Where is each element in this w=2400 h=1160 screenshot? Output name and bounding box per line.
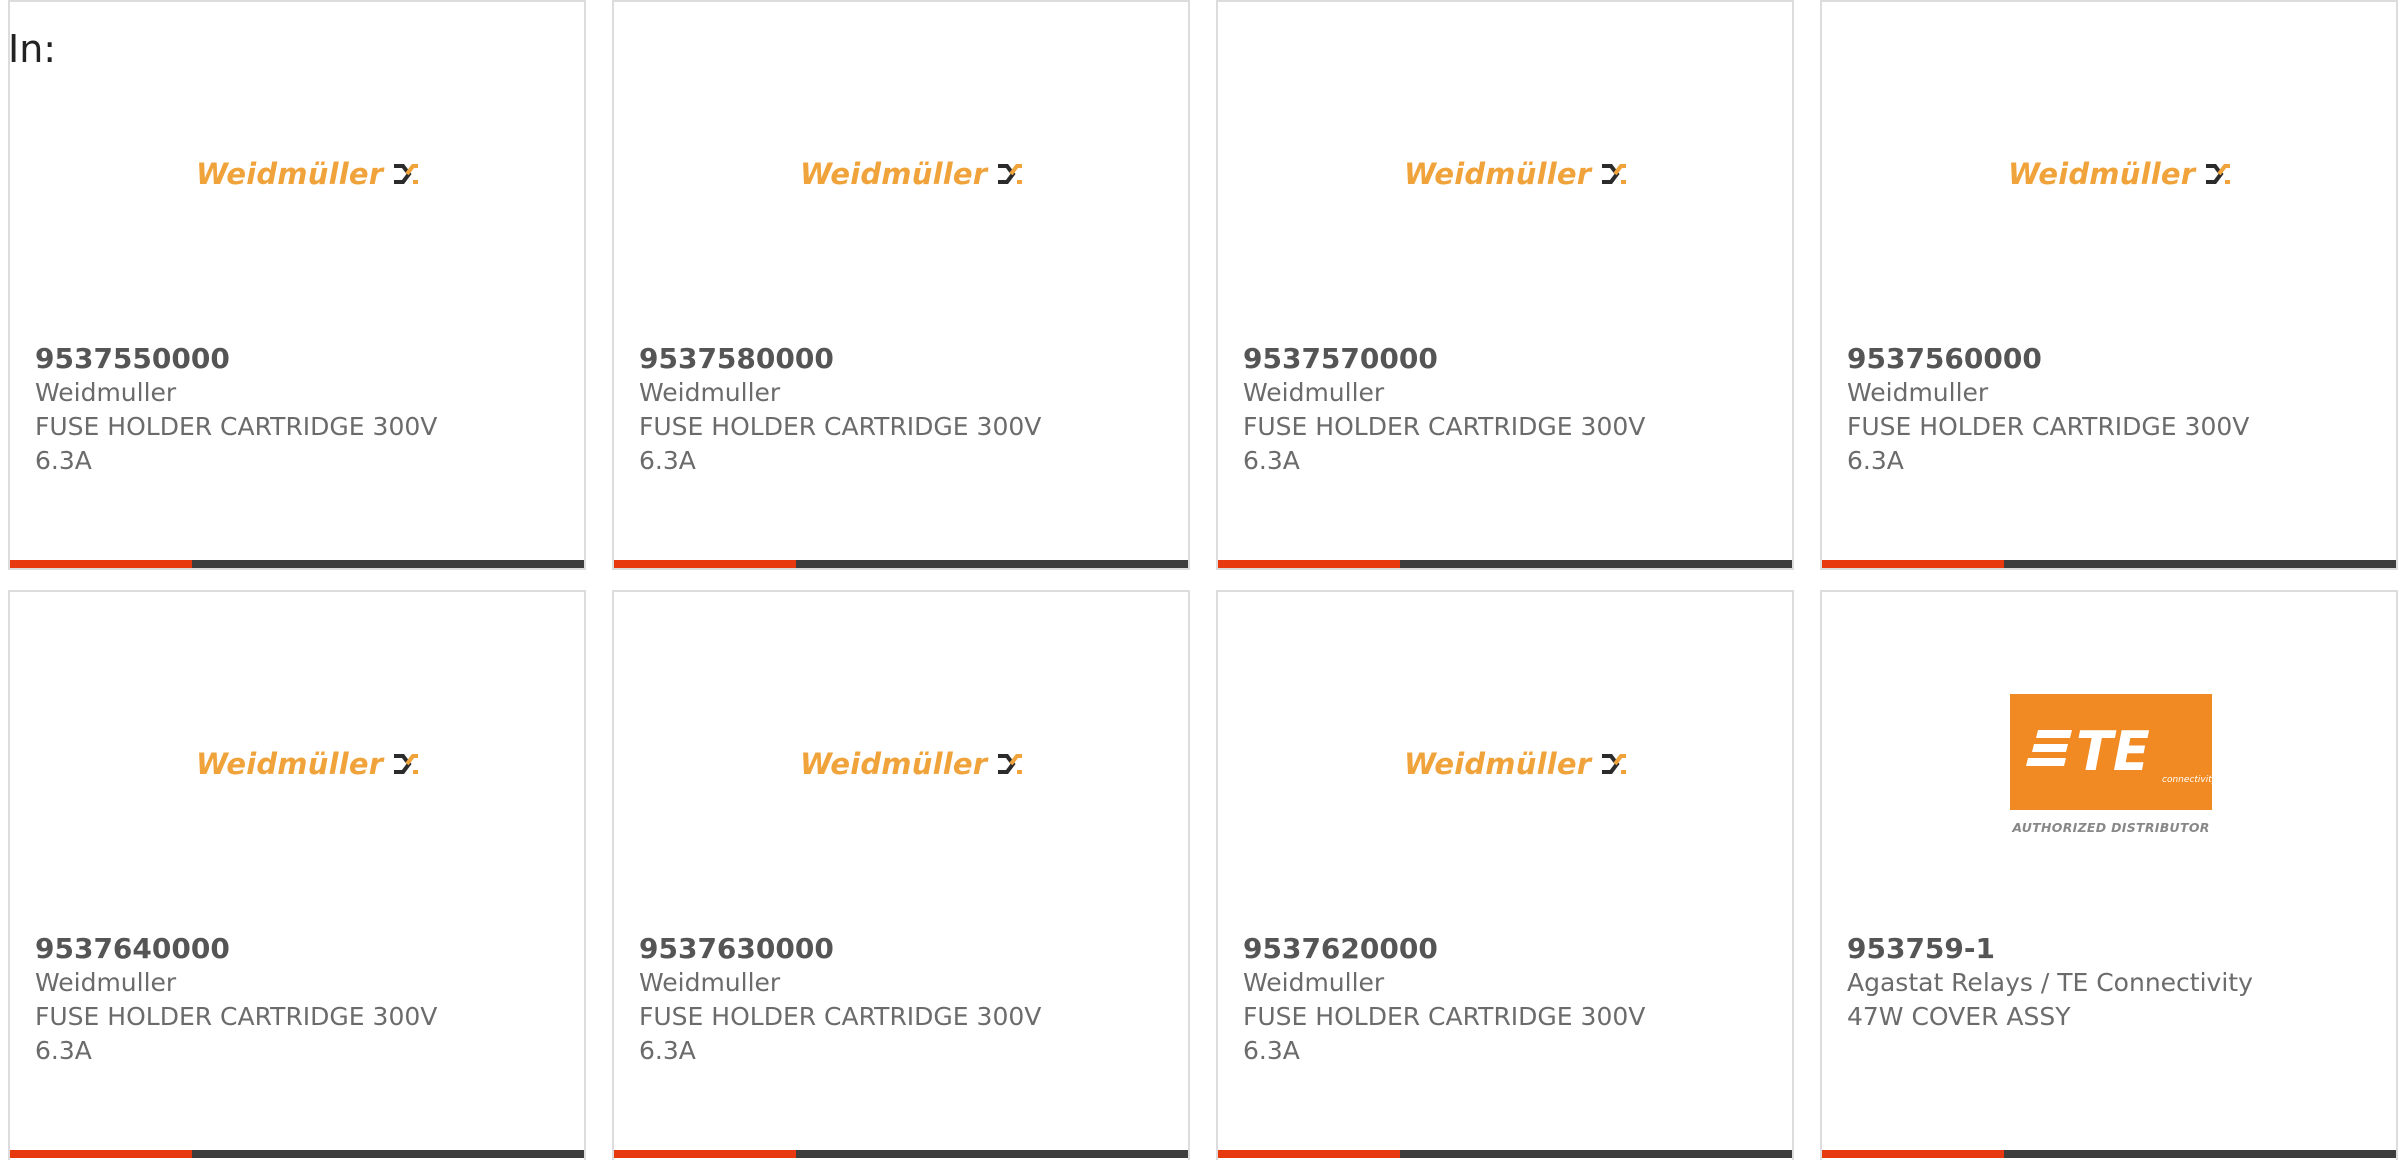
- part-number[interactable]: 9537550000: [35, 342, 564, 376]
- description-rating: 6.3A: [639, 1036, 696, 1065]
- description: FUSE HOLDER CARTRIDGE 300V: [639, 412, 1042, 441]
- te-logo-box: TE connectivity: [2010, 694, 2218, 810]
- card-accent-bar: [614, 560, 1188, 568]
- description-rating: 6.3A: [1243, 446, 1300, 475]
- weidmuller-symbol-icon: [1602, 754, 1627, 774]
- card-accent-bar: [10, 1150, 584, 1158]
- product-info: 9537570000 Weidmuller FUSE HOLDER CARTRI…: [1243, 342, 1772, 478]
- product-info: 9537620000 Weidmuller FUSE HOLDER CARTRI…: [1243, 932, 1772, 1068]
- part-number[interactable]: 9537630000: [639, 932, 1168, 966]
- weidmuller-logo: Weidmüller: [1404, 746, 1627, 782]
- product-image: Weidmüller: [614, 2, 1188, 342]
- weidmuller-symbol-icon: [998, 754, 1023, 774]
- description: FUSE HOLDER CARTRIDGE 300V: [1847, 412, 2250, 441]
- product-info: 9537560000 Weidmuller FUSE HOLDER CARTRI…: [1847, 342, 2376, 478]
- part-number[interactable]: 9537620000: [1243, 932, 1772, 966]
- product-card[interactable]: Weidmüller 9537580000 Weidmuller FUSE HO…: [612, 0, 1190, 570]
- card-accent-bar: [1822, 1150, 2396, 1158]
- card-accent-bar: [1822, 560, 2396, 568]
- weidmuller-logo: Weidmüller: [196, 156, 419, 192]
- product-info: 953759-1 Agastat Relays / TE Connectivit…: [1847, 932, 2376, 1034]
- weidmuller-logo-text: Weidmüller: [1404, 746, 1592, 781]
- card-accent-bar: [1218, 560, 1792, 568]
- product-image: TE connectivity AUTHORIZED DISTRIBUTOR: [1822, 592, 2396, 932]
- weidmuller-logo-text: Weidmüller: [800, 156, 988, 191]
- product-image: Weidmüller: [614, 592, 1188, 932]
- description-rating: 6.3A: [35, 446, 92, 475]
- description-rating: 6.3A: [639, 446, 696, 475]
- card-accent-bar: [1218, 1150, 1792, 1158]
- product-info: 9537640000 Weidmuller FUSE HOLDER CARTRI…: [35, 932, 564, 1068]
- part-number[interactable]: 9537640000: [35, 932, 564, 966]
- manufacturer: Weidmuller: [1847, 378, 1989, 407]
- product-image: Weidmüller: [1822, 2, 2396, 342]
- te-connectivity-logo: TE connectivity AUTHORIZED DISTRIBUTOR: [2010, 694, 2218, 835]
- manufacturer: Agastat Relays / TE Connectivity: [1847, 968, 2253, 997]
- description: 47W COVER ASSY: [1847, 1002, 2071, 1031]
- weidmuller-logo: Weidmüller: [2008, 156, 2231, 192]
- weidmuller-symbol-icon: [394, 164, 419, 184]
- manufacturer: Weidmuller: [639, 968, 781, 997]
- product-info: 9537580000 Weidmuller FUSE HOLDER CARTRI…: [639, 342, 1168, 478]
- product-card[interactable]: Weidmüller 9537560000 Weidmuller FUSE HO…: [1820, 0, 2398, 570]
- manufacturer: Weidmuller: [1243, 968, 1385, 997]
- part-number[interactable]: 9537580000: [639, 342, 1168, 376]
- product-card[interactable]: Weidmüller 9537550000 Weidmuller FUSE HO…: [8, 0, 586, 570]
- weidmuller-logo: Weidmüller: [1404, 156, 1627, 192]
- product-info: 9537630000 Weidmuller FUSE HOLDER CARTRI…: [639, 932, 1168, 1068]
- description: FUSE HOLDER CARTRIDGE 300V: [1243, 412, 1646, 441]
- part-number[interactable]: 9537560000: [1847, 342, 2376, 376]
- weidmuller-logo-text: Weidmüller: [196, 746, 384, 781]
- weidmuller-logo: Weidmüller: [196, 746, 419, 782]
- manufacturer: Weidmuller: [639, 378, 781, 407]
- weidmuller-symbol-icon: [394, 754, 419, 774]
- card-accent-bar: [10, 560, 584, 568]
- part-number[interactable]: 9537570000: [1243, 342, 1772, 376]
- product-grid-page: In: Weidmüller 9537550000 Weidmuller FUS…: [0, 0, 2400, 1160]
- weidmuller-logo-text: Weidmüller: [1404, 156, 1592, 191]
- description: FUSE HOLDER CARTRIDGE 300V: [639, 1002, 1042, 1031]
- product-image: Weidmüller: [10, 2, 584, 342]
- authorized-distributor-label: AUTHORIZED DISTRIBUTOR: [2012, 820, 2210, 835]
- manufacturer: Weidmuller: [35, 968, 177, 997]
- product-image: Weidmüller: [1218, 592, 1792, 932]
- product-card[interactable]: Weidmüller 9537630000 Weidmuller FUSE HO…: [612, 590, 1190, 1160]
- description: FUSE HOLDER CARTRIDGE 300V: [35, 1002, 438, 1031]
- weidmuller-logo: Weidmüller: [800, 746, 1023, 782]
- product-image: Weidmüller: [10, 592, 584, 932]
- weidmuller-symbol-icon: [2206, 164, 2231, 184]
- product-card[interactable]: Weidmüller 9537640000 Weidmuller FUSE HO…: [8, 590, 586, 1160]
- manufacturer: Weidmuller: [1243, 378, 1385, 407]
- weidmuller-logo-text: Weidmüller: [800, 746, 988, 781]
- te-logo-mark: TE connectivity: [2026, 720, 2218, 785]
- weidmuller-symbol-icon: [998, 164, 1023, 184]
- weidmuller-logo-text: Weidmüller: [196, 156, 384, 191]
- te-logo-sub: connectivity: [2162, 775, 2212, 785]
- in-label: In:: [8, 27, 57, 71]
- card-accent-bar: [614, 1150, 1188, 1158]
- weidmuller-logo-text: Weidmüller: [2008, 156, 2196, 191]
- product-card[interactable]: TE connectivity AUTHORIZED DISTRIBUTOR 9…: [1820, 590, 2398, 1160]
- part-number[interactable]: 953759-1: [1847, 932, 2376, 966]
- description-rating: 6.3A: [1847, 446, 1904, 475]
- product-info: 9537550000 Weidmuller FUSE HOLDER CARTRI…: [35, 342, 564, 478]
- description: FUSE HOLDER CARTRIDGE 300V: [1243, 1002, 1646, 1031]
- weidmuller-symbol-icon: [1602, 164, 1627, 184]
- description-rating: 6.3A: [1243, 1036, 1300, 1065]
- product-card[interactable]: Weidmüller 9537570000 Weidmuller FUSE HO…: [1216, 0, 1794, 570]
- weidmuller-logo: Weidmüller: [800, 156, 1023, 192]
- product-image: Weidmüller: [1218, 2, 1792, 342]
- manufacturer: Weidmuller: [35, 378, 177, 407]
- description-rating: 6.3A: [35, 1036, 92, 1065]
- product-card[interactable]: Weidmüller 9537620000 Weidmuller FUSE HO…: [1216, 590, 1794, 1160]
- te-logo-text: TE: [2076, 720, 2150, 783]
- description: FUSE HOLDER CARTRIDGE 300V: [35, 412, 438, 441]
